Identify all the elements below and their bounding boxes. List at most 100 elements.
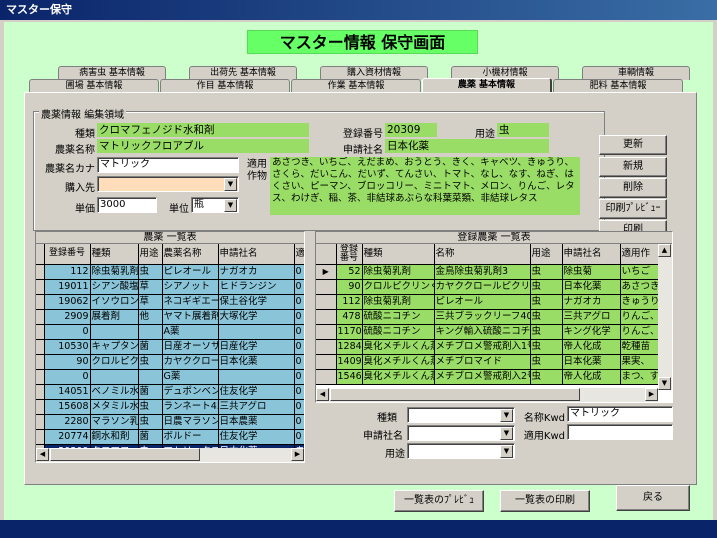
scroll-thumb[interactable] xyxy=(50,448,200,461)
table-row[interactable]: 112 除虫菊乳剤虫ピレオール ナガオカ 0 xyxy=(36,264,304,280)
table-cell[interactable]: メチブロメ警戒剤入1号 xyxy=(434,339,531,355)
row-selector[interactable] xyxy=(36,339,45,355)
table-cell[interactable]: ネコギギエース粒 xyxy=(162,294,219,310)
col-header[interactable]: 申請社名 xyxy=(562,244,621,265)
table-cell[interactable]: いちご xyxy=(620,264,663,280)
print-preview-button[interactable]: 印刷ﾌﾟﾚﾋﾞｭｰ xyxy=(599,199,667,219)
pesticide-list-grid[interactable]: 農薬 一覧表 登録番号 種類 用途 農薬名称 申請社名 適 112 除虫菊乳剤虫ピ… xyxy=(35,231,305,463)
tab-field[interactable]: 圃場 基本情報 xyxy=(29,79,159,93)
table-cell[interactable]: 果実、 xyxy=(620,354,663,370)
row-selector[interactable] xyxy=(316,309,337,325)
kana-input[interactable]: マトリック xyxy=(97,157,239,173)
table-row[interactable]: 478 硫酸ニコチン 三共ブラックリーフ40 虫三共アグロ りんご、 xyxy=(316,309,663,325)
scroll-up-icon[interactable]: ▲ xyxy=(658,244,671,257)
table-cell[interactable]: 1170 xyxy=(336,324,363,340)
table-cell[interactable]: 19062 xyxy=(44,294,91,310)
row-selector[interactable] xyxy=(316,354,337,370)
price-input[interactable]: 3000 xyxy=(97,197,157,213)
row-selector[interactable]: ▶ xyxy=(316,264,337,280)
table-cell[interactable]: 0 xyxy=(294,264,304,280)
tab-work[interactable]: 作業 基本情報 xyxy=(291,79,421,93)
table-cell[interactable]: 除虫菊 xyxy=(562,264,621,280)
table-cell[interactable]: 0 xyxy=(294,354,304,370)
table-cell[interactable]: ヤマト展着剤 xyxy=(162,309,219,325)
table-cell[interactable]: カヤククロールピクリン xyxy=(434,279,531,295)
table-cell[interactable] xyxy=(90,369,139,385)
row-selector[interactable] xyxy=(36,354,45,370)
table-cell[interactable]: 0 xyxy=(44,369,91,385)
row-selector[interactable] xyxy=(36,264,45,280)
back-button[interactable]: 戻る xyxy=(616,485,690,511)
table-cell[interactable]: 大塚化学 xyxy=(218,309,295,325)
table-cell[interactable]: ヒドランジン xyxy=(218,279,295,295)
col-header[interactable]: 名称 xyxy=(434,244,531,265)
table-cell[interactable]: ナガオカ xyxy=(562,294,621,310)
filter-applicant-select[interactable]: ▼ xyxy=(407,425,515,441)
tab-materials[interactable]: 購入資材情報 xyxy=(320,66,428,80)
table-cell[interactable]: 日本化薬 xyxy=(562,354,621,370)
table-cell[interactable]: 0 xyxy=(294,279,304,295)
tab-fertilizer[interactable]: 肥料 基本情報 xyxy=(553,79,683,93)
row-selector[interactable] xyxy=(36,414,45,430)
table-row[interactable]: 19011シアン酸塩剤草シアノットヒドランジン0 xyxy=(36,279,304,295)
table-row[interactable]: 1170硫酸ニコチンキング輸入硫酸ニコチン4虫キング化学りんご、 xyxy=(316,324,663,340)
table-cell[interactable]: 臭化メチルくん蒸剤 xyxy=(362,354,435,370)
table-row[interactable]: 90クロルピクリンくん蒸カヤククロールピクリン虫日本化薬あさつき xyxy=(316,279,663,295)
table-cell[interactable]: 虫 xyxy=(138,414,163,430)
table-cell[interactable]: 菌 xyxy=(138,384,163,400)
table-cell[interactable]: 0 xyxy=(294,429,304,445)
table-cell[interactable]: 虫 xyxy=(530,294,563,310)
scroll-thumb[interactable] xyxy=(330,388,580,401)
reg-value[interactable]: 20309 xyxy=(385,123,437,137)
table-cell[interactable]: A薬 xyxy=(162,324,219,340)
table-cell[interactable]: 臭化メチルくん蒸剤 xyxy=(362,369,435,385)
list-preview-button[interactable]: 一覧表のﾌﾟﾚﾋﾞｭ xyxy=(394,490,484,512)
table-cell[interactable]: 菌 xyxy=(138,339,163,355)
vertical-scrollbar[interactable]: ▲ ▼ xyxy=(658,244,672,390)
table-cell[interactable]: 0 xyxy=(294,384,304,400)
scroll-right-icon[interactable]: ▶ xyxy=(291,448,304,461)
col-header[interactable]: 用途 xyxy=(138,244,163,265)
table-cell[interactable]: 0 xyxy=(44,324,91,340)
table-cell[interactable]: りんご、 xyxy=(620,324,663,340)
table-row[interactable]: 1546臭化メチルくん蒸剤メチブロメ警戒剤入2号虫帝人化成まつ、す xyxy=(316,369,663,385)
table-cell[interactable]: 菌 xyxy=(138,429,163,445)
name-kwd-input[interactable]: マトリック xyxy=(567,406,673,422)
table-cell[interactable]: 90 xyxy=(336,279,363,295)
table-cell[interactable] xyxy=(218,369,295,385)
table-cell[interactable]: 0 xyxy=(294,294,304,310)
table-cell[interactable]: シアン酸塩剤 xyxy=(90,279,139,295)
table-cell[interactable]: 乾種苗 xyxy=(620,339,663,355)
name-value[interactable]: マトリックフロアブル xyxy=(97,139,309,153)
table-cell[interactable]: 三共ブラックリーフ40 xyxy=(434,309,531,325)
filter-use-select[interactable]: ▼ xyxy=(407,443,515,459)
table-cell[interactable]: メタミル水和 xyxy=(90,399,139,415)
table-row[interactable]: 2909 展着剤他ヤマト展着剤 大塚化学 0 xyxy=(36,309,304,325)
supplier-select[interactable]: ▼ xyxy=(97,176,239,192)
table-cell[interactable]: 住友化学 xyxy=(218,429,295,445)
table-cell[interactable]: 14051 xyxy=(44,384,91,400)
table-row[interactable]: 19062イソウロン・DC草ネコギギエース粒保土谷化学0 xyxy=(36,294,304,310)
table-cell[interactable]: メチブロマイド xyxy=(434,354,531,370)
table-cell[interactable]: メチブロメ警戒剤入2号 xyxy=(434,369,531,385)
table-cell[interactable]: 住友化学 xyxy=(218,384,295,400)
scroll-right-icon[interactable]: ▶ xyxy=(645,388,658,401)
row-selector[interactable] xyxy=(316,369,337,385)
table-cell[interactable]: 展着剤 xyxy=(90,309,139,325)
list-print-button[interactable]: 一覧表の印刷 xyxy=(500,490,590,512)
table-cell[interactable]: 日本化薬 xyxy=(218,354,295,370)
table-cell[interactable]: 帝人化成 xyxy=(562,339,621,355)
table-cell[interactable]: まつ、す xyxy=(620,369,663,385)
update-button[interactable]: 更新 xyxy=(599,135,667,155)
table-cell[interactable]: 1546 xyxy=(336,369,363,385)
tab-pesticide[interactable]: 農薬 基本情報 xyxy=(422,78,552,93)
table-row[interactable]: 15608メタミル水和虫ランネート45水和三共アグロ0 xyxy=(36,399,304,415)
table-row[interactable]: 10530キャプタン水和菌日産オーソサイド日産化学0 xyxy=(36,339,304,355)
table-cell[interactable]: 2909 xyxy=(44,309,91,325)
type-value[interactable]: クロマフェノジド水和剤 xyxy=(97,123,309,137)
row-selector[interactable] xyxy=(36,429,45,445)
table-row[interactable]: 112 除虫菊乳剤 ピレオール虫ナガオカ きゅうり xyxy=(316,294,663,310)
row-selector[interactable] xyxy=(36,324,45,340)
table-cell[interactable]: 0 xyxy=(294,399,304,415)
scroll-down-icon[interactable]: ▼ xyxy=(658,377,671,390)
